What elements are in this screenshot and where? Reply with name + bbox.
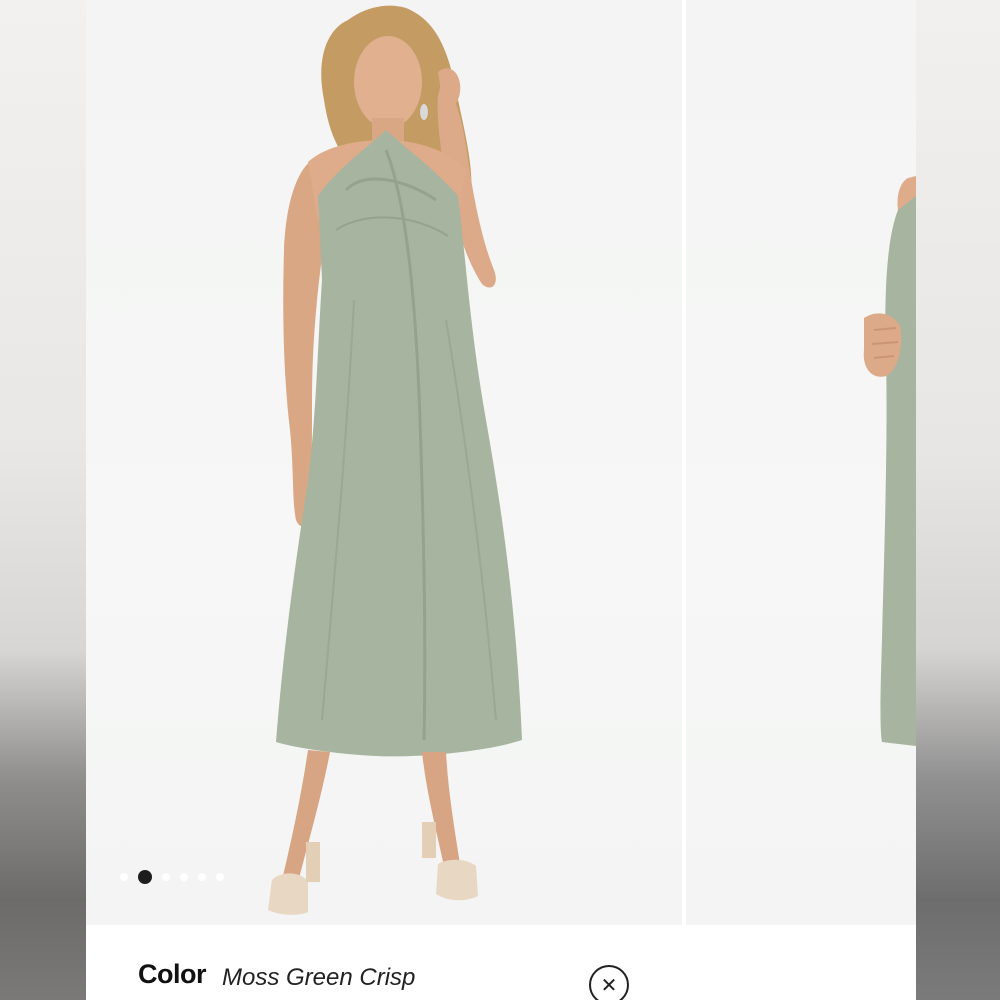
pagination-dot-active[interactable] bbox=[138, 870, 152, 884]
product-screen: Color Moss Green Crisp ✕ bbox=[86, 0, 916, 1000]
close-icon: ✕ bbox=[600, 972, 618, 997]
pagination-dot[interactable] bbox=[216, 873, 224, 881]
page: Color Moss Green Crisp ✕ bbox=[0, 0, 1000, 1000]
carousel-pagination bbox=[120, 870, 224, 884]
product-image-carousel[interactable] bbox=[86, 0, 916, 925]
blurred-background-right bbox=[916, 0, 1000, 1000]
pagination-dot[interactable] bbox=[198, 873, 206, 881]
product-image-main[interactable] bbox=[86, 0, 682, 925]
close-button[interactable]: ✕ bbox=[589, 965, 629, 1000]
color-label: Color bbox=[138, 959, 207, 989]
pagination-dot[interactable] bbox=[162, 873, 170, 881]
product-image-next[interactable] bbox=[686, 0, 916, 925]
pagination-dot[interactable] bbox=[120, 873, 128, 881]
model-side-illustration bbox=[863, 176, 916, 746]
color-value: Moss Green Crisp bbox=[222, 964, 416, 991]
model-front-illustration bbox=[268, 5, 522, 915]
pagination-dot[interactable] bbox=[180, 873, 188, 881]
color-selection-bar: Color Moss Green Crisp ✕ bbox=[86, 925, 916, 1000]
blurred-background-left bbox=[0, 0, 86, 1000]
